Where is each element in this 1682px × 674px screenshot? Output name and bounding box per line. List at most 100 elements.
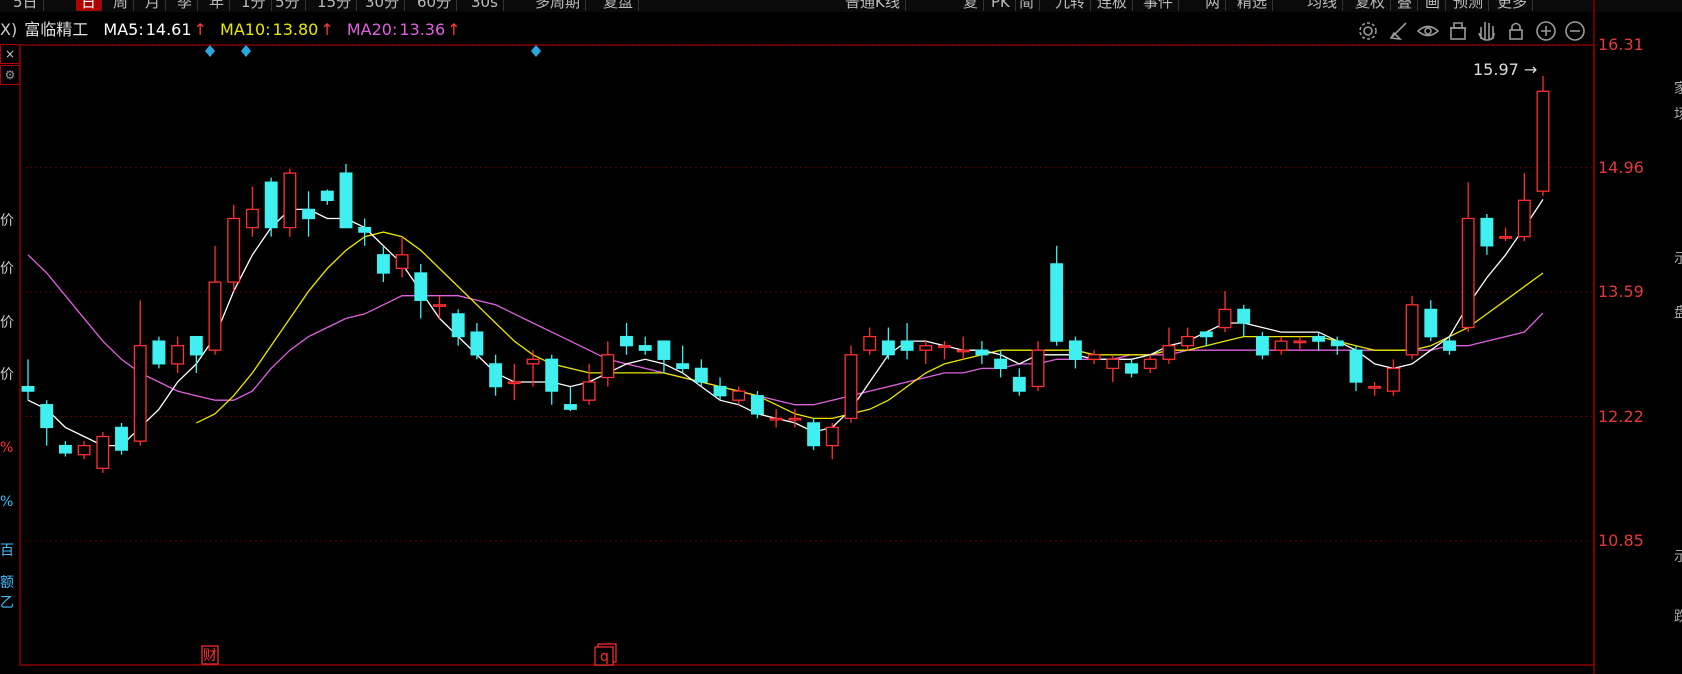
candle-body (638, 345, 652, 351)
candle (283, 168, 297, 237)
candle (302, 191, 316, 237)
candle (563, 386, 577, 412)
candle (339, 164, 353, 229)
candle (320, 189, 334, 205)
candle-body (1424, 308, 1438, 338)
candle-body (1106, 358, 1120, 370)
candle (732, 386, 746, 405)
candle-body (21, 385, 35, 392)
right-label-4: 示 (1674, 549, 1682, 565)
candle-body (1293, 340, 1307, 344)
candle-body (171, 345, 185, 365)
candle (40, 400, 54, 446)
ma20-line (27, 254, 1544, 406)
candle (975, 341, 989, 364)
candle-body (900, 340, 914, 351)
price-tick-1: 14.96 (1598, 157, 1644, 177)
candle (264, 177, 278, 237)
candle-body (320, 190, 334, 202)
candle (620, 322, 633, 355)
candle-body (1480, 217, 1494, 247)
candle-body (208, 281, 222, 351)
candle (863, 327, 877, 355)
candle (171, 336, 185, 373)
candle-body (470, 331, 484, 356)
candle-body (1368, 385, 1382, 389)
candle (1050, 245, 1064, 346)
candle (133, 300, 147, 446)
candle (1087, 350, 1101, 364)
candle (489, 354, 503, 396)
candle-body (1312, 335, 1326, 342)
candle-body (582, 381, 596, 401)
candle-body (676, 363, 690, 370)
candle (1517, 173, 1531, 242)
candle (414, 263, 428, 319)
candle (77, 441, 91, 460)
candle-body (1031, 349, 1045, 388)
candle (676, 345, 690, 373)
candle-body (956, 349, 970, 353)
candle-body (732, 390, 746, 401)
candle-body (77, 444, 91, 456)
candle-body (620, 335, 633, 347)
candle-body (152, 340, 166, 365)
candle-body (975, 349, 989, 356)
candle-body (545, 358, 559, 392)
candle-body (694, 367, 708, 383)
candle-body (563, 404, 577, 410)
candle-body (1499, 236, 1513, 239)
candle (545, 354, 559, 405)
candle-body (938, 345, 951, 348)
right-label-0: 家 (1674, 81, 1682, 97)
candle (1199, 331, 1213, 346)
candle-body (825, 426, 839, 447)
candle (919, 341, 933, 364)
candle-body (657, 340, 671, 360)
candle (96, 431, 110, 473)
candle (1181, 327, 1195, 351)
candle (601, 341, 615, 387)
candle (376, 245, 390, 283)
candle-body (489, 363, 503, 388)
candle (900, 322, 914, 360)
candle-body (1349, 349, 1363, 383)
candle-body (863, 335, 877, 351)
candle-body (376, 254, 390, 274)
candle-body (1536, 90, 1550, 192)
price-tick-0: 16.31 (1598, 35, 1644, 54)
candle (694, 359, 708, 387)
right-label-1: 场 (1674, 107, 1682, 123)
candle (807, 418, 821, 451)
candle (1499, 227, 1513, 242)
candle-body (1162, 345, 1176, 360)
right-label-3: 盘 (1674, 305, 1682, 321)
candle-body (1087, 354, 1101, 360)
candle (152, 336, 166, 369)
event-diamond-2 (531, 45, 541, 57)
candle-body (1255, 335, 1269, 356)
candle (358, 218, 372, 246)
candle (208, 245, 222, 355)
candle (1386, 359, 1400, 396)
candle-body (769, 417, 783, 421)
candle-body (1237, 308, 1251, 324)
candle (1125, 359, 1138, 378)
candle (881, 327, 895, 360)
candle-body (713, 385, 727, 397)
candle (844, 345, 858, 423)
candle-body (58, 444, 72, 454)
candle (582, 363, 596, 405)
candle (1068, 336, 1082, 369)
candle (470, 322, 484, 360)
candle-body (189, 335, 203, 356)
candle-body (1050, 263, 1064, 342)
candle (1255, 332, 1269, 360)
candle-body (507, 381, 521, 385)
candle-body (414, 272, 428, 301)
candle-body (1405, 304, 1419, 356)
right-label-5: 跌 (1674, 609, 1682, 625)
candle (1480, 213, 1494, 255)
candle-body (227, 217, 241, 283)
candlestick-chart[interactable]: 15.97 → 财 q (0, 0, 1682, 674)
